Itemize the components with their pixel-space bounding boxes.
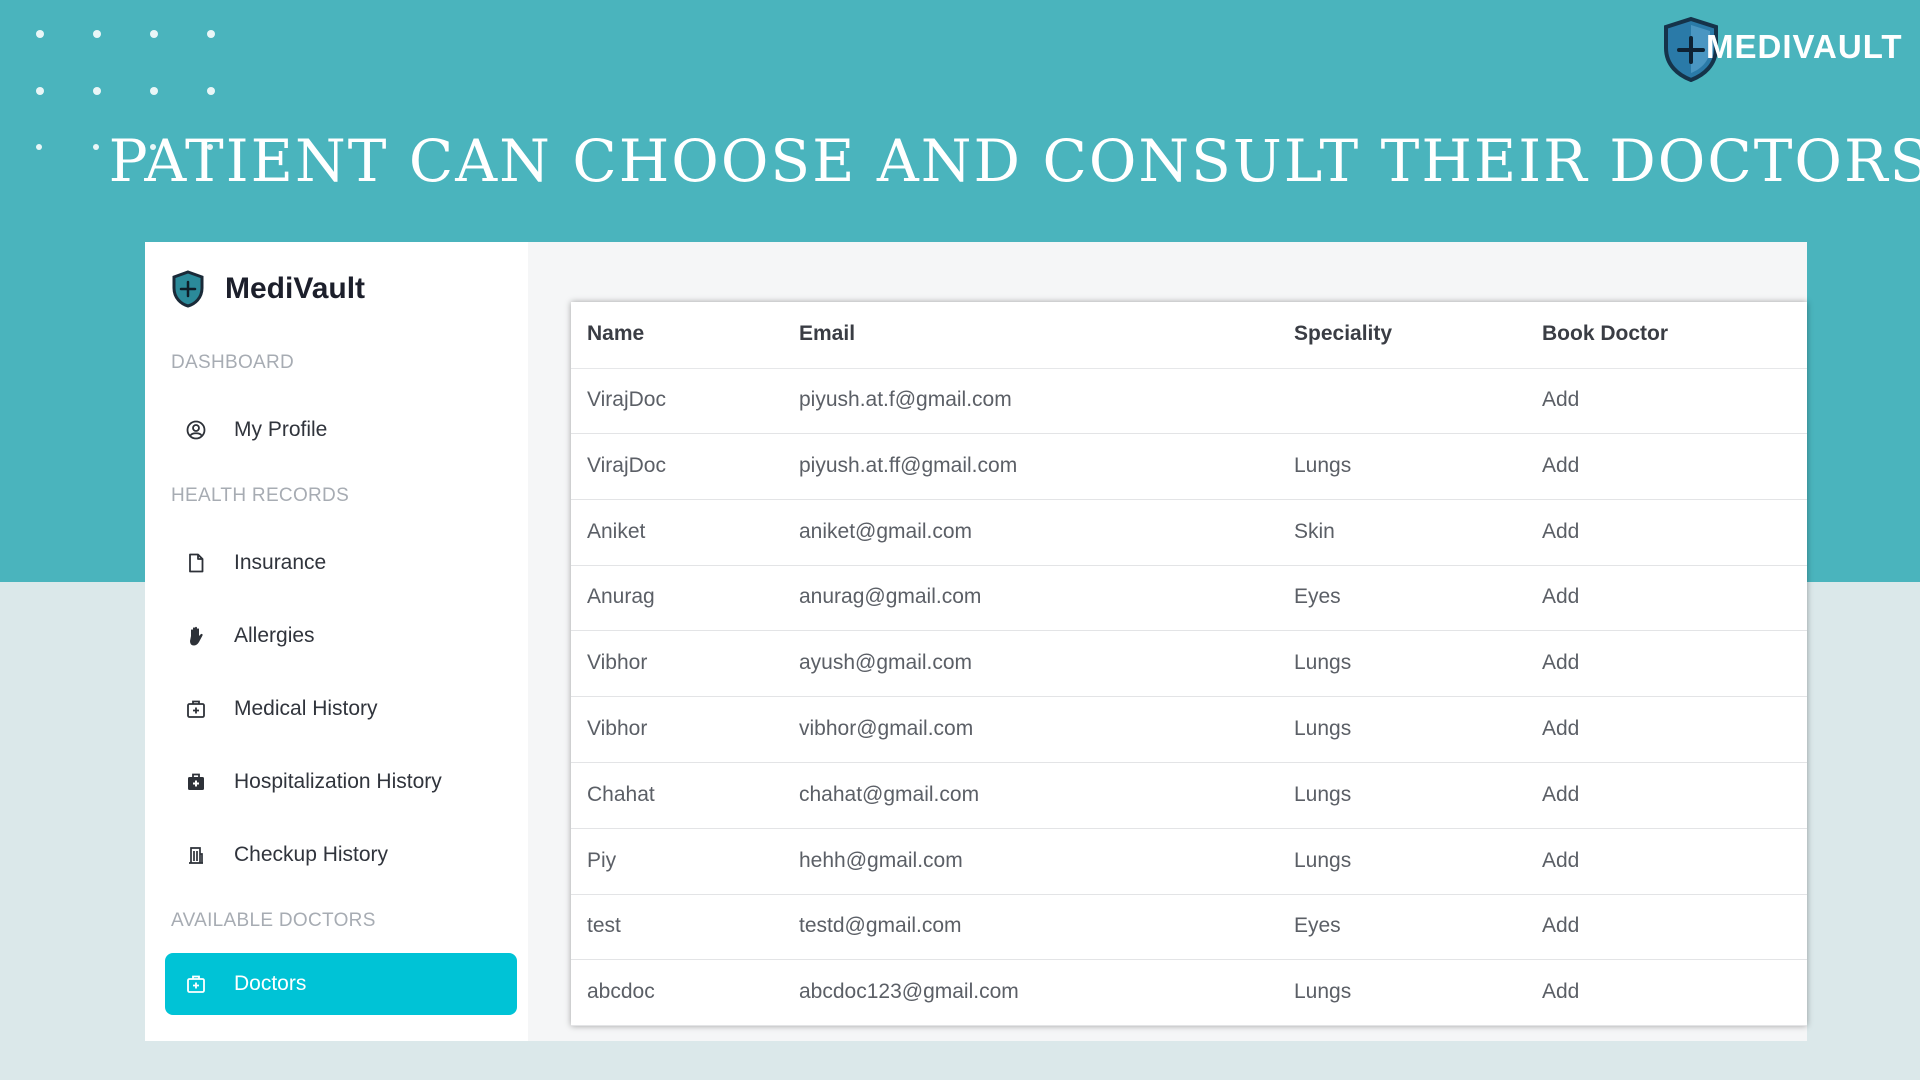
column-header-speciality[interactable]: Speciality xyxy=(1294,322,1392,346)
column-header-book-doctor[interactable]: Book Doctor xyxy=(1542,322,1668,346)
sidebar-item-my-profile[interactable]: My Profile xyxy=(165,399,517,461)
table-row: Vibhor vibhor@gmail.com Lungs Add xyxy=(571,697,1807,763)
add-doctor-link[interactable]: Add xyxy=(1542,651,1579,675)
slide-title: PATIENT CAN CHOOSE AND CONSULT THEIR DOC… xyxy=(108,127,1920,195)
sidebar-item-doctors[interactable]: Doctors xyxy=(165,953,517,1015)
cell-name: Piy xyxy=(587,848,617,872)
sidebar-item-label: Checkup History xyxy=(234,843,389,866)
table-row: Piy hehh@gmail.com Lungs Add xyxy=(571,829,1807,895)
cell-email: aniket@gmail.com xyxy=(799,519,973,543)
cell-speciality: Lungs xyxy=(1294,848,1352,872)
sidebar-item-label: Hospitalization History xyxy=(234,770,442,793)
add-doctor-link[interactable]: Add xyxy=(1542,520,1579,544)
cell-email: piyush.at.ff@gmail.com xyxy=(799,453,1018,477)
medical-kit-icon xyxy=(185,771,207,793)
section-label-dashboard: DASHBOARD xyxy=(171,352,295,373)
cell-email: hehh@gmail.com xyxy=(799,848,963,872)
table-row: VirajDoc piyush.at.f@gmail.com Add xyxy=(571,368,1807,434)
hand-icon xyxy=(185,625,207,647)
brand-text: MEDIVAULT xyxy=(1706,28,1903,65)
table-header: Name Email Speciality Book Doctor xyxy=(571,302,1807,369)
add-doctor-link[interactable]: Add xyxy=(1542,914,1579,938)
sidebar-item-allergies[interactable]: Allergies xyxy=(165,605,517,667)
column-header-email[interactable]: Email xyxy=(799,322,855,346)
cell-email: chahat@gmail.com xyxy=(799,782,980,806)
cell-name: Chahat xyxy=(587,782,655,806)
table-row: Anurag anurag@gmail.com Eyes Add xyxy=(571,565,1807,632)
add-doctor-link[interactable]: Add xyxy=(1542,454,1579,478)
table-row: VirajDoc piyush.at.ff@gmail.com Lungs Add xyxy=(571,434,1807,500)
cell-email: abcdoc123@gmail.com xyxy=(799,980,1019,1004)
brand-logo: MEDIVAULT xyxy=(1660,14,1902,84)
section-label-available-doctors: AVAILABLE DOCTORS xyxy=(171,910,376,931)
sidebar: MediVault DASHBOARD My Profile HEALTH RE… xyxy=(145,242,528,1041)
sidebar-item-label: Doctors xyxy=(234,972,307,995)
sidebar-item-insurance[interactable]: Insurance xyxy=(165,532,517,594)
sidebar-item-label: Allergies xyxy=(234,624,315,647)
table-row: test testd@gmail.com Eyes Add xyxy=(571,894,1807,961)
hospital-icon xyxy=(185,844,207,866)
cell-name: test xyxy=(587,914,621,938)
cell-speciality: Lungs xyxy=(1294,980,1352,1004)
cell-name: Anurag xyxy=(587,585,655,609)
add-doctor-link[interactable]: Add xyxy=(1542,585,1579,609)
app-logo[interactable]: MediVault xyxy=(171,270,365,308)
cell-name: abcdoc xyxy=(587,980,655,1004)
file-icon xyxy=(185,552,207,574)
add-doctor-link[interactable]: Add xyxy=(1542,717,1579,741)
shield-plus-icon xyxy=(172,270,204,308)
add-doctor-link[interactable]: Add xyxy=(1542,783,1579,807)
cell-name: Vibhor xyxy=(587,717,648,740)
medical-bag-icon xyxy=(185,973,207,995)
user-circle-icon xyxy=(185,419,207,441)
medical-bag-icon xyxy=(185,698,207,720)
sidebar-item-medical-history[interactable]: Medical History xyxy=(165,678,517,740)
add-doctor-link[interactable]: Add xyxy=(1542,980,1579,1004)
cell-email: anurag@gmail.com xyxy=(799,585,982,609)
app-name: MediVault xyxy=(225,272,366,305)
sidebar-item-hospitalization-history[interactable]: Hospitalization History xyxy=(165,751,517,813)
cell-email: ayush@gmail.com xyxy=(799,651,973,675)
cell-speciality: Eyes xyxy=(1294,585,1341,609)
add-doctor-link[interactable]: Add xyxy=(1542,388,1579,412)
cell-speciality: Lungs xyxy=(1294,782,1352,806)
section-label-health-records: HEALTH RECORDS xyxy=(171,485,350,506)
sidebar-item-checkup-history[interactable]: Checkup History xyxy=(165,824,517,886)
sidebar-item-label: My Profile xyxy=(234,418,328,441)
table-row: abcdoc abcdoc123@gmail.com Lungs Add xyxy=(571,960,1807,1027)
cell-speciality: Lungs xyxy=(1294,453,1352,477)
cell-email: vibhor@gmail.com xyxy=(799,717,974,740)
table-row: Chahat chahat@gmail.com Lungs Add xyxy=(571,763,1807,829)
cell-name: VirajDoc xyxy=(587,453,666,477)
sidebar-item-label: Insurance xyxy=(234,551,327,574)
column-header-name[interactable]: Name xyxy=(587,322,644,346)
cell-name: Vibhor xyxy=(587,651,648,675)
doctors-table: Name Email Speciality Book Doctor VirajD… xyxy=(571,302,1807,1027)
cell-email: testd@gmail.com xyxy=(799,914,962,938)
cell-email: piyush.at.f@gmail.com xyxy=(799,388,1012,411)
sidebar-item-label: Medical History xyxy=(234,697,378,720)
cell-name: VirajDoc xyxy=(587,388,666,411)
table-row: Vibhor ayush@gmail.com Lungs Add xyxy=(571,631,1807,698)
cell-name: Aniket xyxy=(587,519,646,543)
table-row: Aniket aniket@gmail.com Skin Add xyxy=(571,500,1807,566)
cell-speciality: Eyes xyxy=(1294,914,1341,938)
cell-speciality: Lungs xyxy=(1294,717,1352,740)
add-doctor-link[interactable]: Add xyxy=(1542,849,1579,873)
cell-speciality: Lungs xyxy=(1294,651,1352,675)
app-window: MediVault DASHBOARD My Profile HEALTH RE… xyxy=(145,242,1807,1041)
cell-speciality: Skin xyxy=(1294,519,1335,543)
